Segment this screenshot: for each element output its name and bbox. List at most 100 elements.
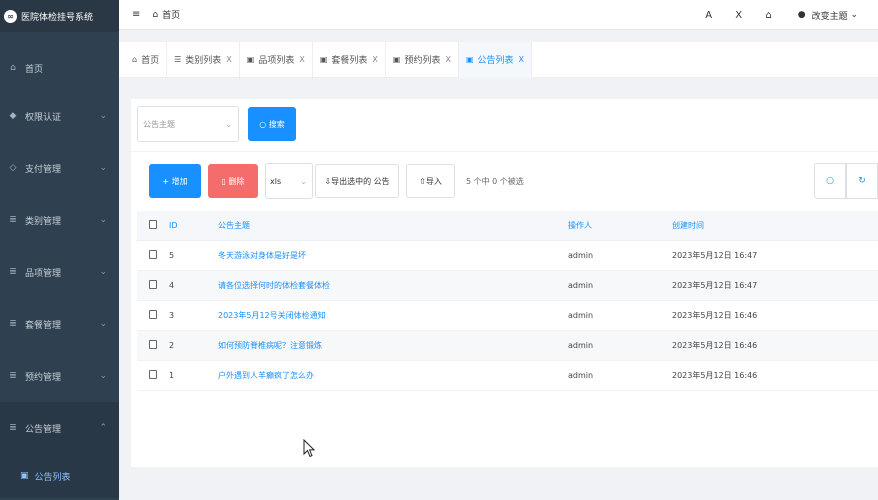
cell-id: 4 [169, 281, 175, 290]
search-toggle-icon[interactable]: ○ [814, 163, 846, 199]
delete-button[interactable]: ▯ 删除 [208, 164, 258, 198]
close-icon[interactable]: X [445, 55, 450, 64]
cell-created: 2023年5月12日 16:46 [672, 311, 758, 320]
cell-id: 2 [169, 341, 175, 350]
palette-icon: ● [797, 10, 806, 20]
cell-id: 3 [169, 311, 175, 320]
home-icon: ⌂ [10, 63, 16, 73]
table-row: 2 如何预防脊椎病呢？注意锻炼 admin 2023年5月12日 16:46 [137, 331, 878, 361]
export-format-value: xls [270, 176, 282, 186]
brand: ∞ 医院体检挂号系统 [0, 0, 119, 32]
fullscreen-icon[interactable]: X [724, 10, 754, 21]
cell-title-link[interactable]: 请各位选择何时的体检套餐体检 [218, 280, 568, 291]
cell-title-link[interactable]: 2023年5月12号关闭体检通知 [218, 310, 568, 321]
close-icon[interactable]: X [519, 55, 524, 64]
main-panel: 公告主题 ⌄ ○ 搜索 + 增加 ▯ 删除 xls ⌄ ⇩ 导出选中的 公告 ⇧… [131, 99, 878, 467]
notice-table: ID 公告主题 操作人 创建时间 5 冬天游泳对身体是好是坏 admin 202… [137, 211, 878, 391]
import-button-label: 导入 [425, 176, 442, 186]
tab-label: 套餐列表 [331, 56, 368, 66]
subject-select[interactable]: 公告主题 ⌄ [137, 106, 239, 142]
sidebar: ∞ 医院体检挂号系统 ⌂ 首页 ◆ 权限认证 ⌄ ◇ 支付管理 ⌄ ≣ 类别管理… [0, 0, 119, 500]
font-size-icon[interactable]: A [694, 10, 724, 21]
search-button-label: 搜索 [268, 119, 285, 129]
sidebar-item-appointment[interactable]: ≣ 预约管理 ⌄ [0, 350, 119, 402]
plus-icon: + [162, 176, 172, 186]
selection-count: 5 个中 0 个被选 [466, 176, 524, 186]
breadcrumb-label: 首页 [162, 11, 181, 21]
search-button[interactable]: ○ 搜索 [248, 107, 296, 141]
tab-category-list[interactable]: ☰ 类别列表 X [167, 41, 240, 78]
search-row: 公告主题 ⌄ ○ 搜索 [137, 106, 296, 142]
home-icon: ⌂ [152, 9, 159, 20]
tab-home[interactable]: ⌂ 首页 [125, 41, 168, 78]
row-checkbox[interactable] [137, 370, 159, 381]
add-button[interactable]: + 增加 [149, 164, 201, 198]
header-title[interactable]: 公告主题 [218, 220, 568, 231]
chevron-down-icon: ⌄ [99, 111, 107, 121]
row-checkbox[interactable] [137, 250, 159, 261]
divider [131, 151, 878, 152]
picture-icon: ▣ [465, 55, 474, 64]
search-icon: ○ [259, 119, 269, 129]
row-checkbox[interactable] [137, 280, 159, 291]
select-all-checkbox[interactable] [137, 220, 159, 231]
sidebar-item-product[interactable]: ≣ 品项管理 ⌄ [0, 246, 119, 298]
chevron-down-icon: ⌄ [99, 371, 107, 381]
row-checkbox[interactable] [137, 310, 159, 321]
sidebar-item-label: 套餐管理 [25, 320, 62, 331]
mouse-cursor-icon [303, 439, 315, 458]
export-selected-button[interactable]: ⇩ 导出选中的 公告 [315, 164, 399, 198]
list-icon: ≣ [9, 423, 17, 433]
sidebar-item-package[interactable]: ≣ 套餐管理 ⌄ [0, 298, 119, 350]
chevron-down-icon: ⌄ [99, 267, 107, 277]
sidebar-subitem-notice-list[interactable]: ▣ 公告列表 [0, 454, 119, 498]
tab-package-list[interactable]: ▣ 套餐列表 X [313, 41, 386, 78]
sidebar-item-payment[interactable]: ◇ 支付管理 ⌄ [0, 142, 119, 194]
sidebar-item-permission[interactable]: ◆ 权限认证 ⌄ [0, 90, 119, 142]
upload-icon: ⇧ [419, 176, 426, 186]
tab-notice-list[interactable]: ▣ 公告列表 X [458, 41, 533, 78]
app-title: 医院体检挂号系统 [21, 12, 94, 23]
cell-id: 1 [169, 371, 175, 380]
theme-switcher[interactable]: ● 改变主题 ⌄ [798, 9, 858, 22]
header-id[interactable]: ID [159, 221, 218, 230]
export-format-select[interactable]: xls ⌄ [265, 163, 313, 199]
close-icon[interactable]: X [299, 55, 304, 64]
refresh-icon[interactable]: ↻ [846, 163, 878, 199]
table-row: 3 2023年5月12号关闭体检通知 admin 2023年5月12日 16:4… [137, 301, 878, 331]
user-lock-icon: ◆ [9, 111, 17, 121]
list-icon: ≣ [9, 215, 17, 225]
tab-product-list[interactable]: ▣ 品项列表 X [240, 41, 313, 78]
sidebar-item-label: 品项管理 [25, 268, 62, 279]
menu-toggle-icon[interactable]: ≡ [132, 9, 140, 20]
trash-icon: ▯ [221, 176, 229, 186]
table-row: 4 请各位选择何时的体检套餐体检 admin 2023年5月12日 16:47 [137, 271, 878, 301]
chevron-down-icon: ⌄ [300, 176, 307, 186]
list-icon: ≣ [9, 371, 17, 381]
row-checkbox[interactable] [137, 340, 159, 351]
sidebar-item-category[interactable]: ≣ 类别管理 ⌄ [0, 194, 119, 246]
cell-id: 5 [169, 251, 175, 260]
tab-appointment-list[interactable]: ▣ 预约列表 X [386, 41, 459, 78]
theme-label: 改变主题 [811, 11, 848, 22]
sidebar-item-label: 权限认证 [25, 112, 62, 123]
header-operator[interactable]: 操作人 [568, 220, 672, 231]
cell-title-link[interactable]: 冬天游泳对身体是好是坏 [218, 250, 568, 261]
sidebar-item-label: 预约管理 [25, 372, 62, 383]
cell-title-link[interactable]: 户外遇到人羊癫疯了怎么办 [218, 370, 568, 381]
list-icon: ≣ [9, 267, 17, 277]
table-header: ID 公告主题 操作人 创建时间 [137, 211, 878, 241]
chevron-down-icon: ⌄ [847, 10, 858, 20]
cell-created: 2023年5月12日 16:46 [672, 371, 758, 380]
breadcrumb: ⌂ 首页 [152, 8, 181, 22]
cell-title-link[interactable]: 如何预防脊椎病呢？注意锻炼 [218, 340, 568, 351]
sidebar-item-home[interactable]: ⌂ 首页 [0, 46, 119, 90]
payment-icon: ◇ [9, 163, 17, 173]
header-created[interactable]: 创建时间 [672, 220, 822, 231]
import-button[interactable]: ⇧ 导入 [406, 164, 455, 198]
close-icon[interactable]: X [372, 55, 377, 64]
close-icon[interactable]: X [226, 55, 231, 64]
sidebar-item-notice[interactable]: ≣ 公告管理 ⌃ [0, 402, 119, 454]
home-icon: ⌂ [132, 55, 138, 64]
home-icon[interactable]: ⌂ [754, 10, 784, 21]
